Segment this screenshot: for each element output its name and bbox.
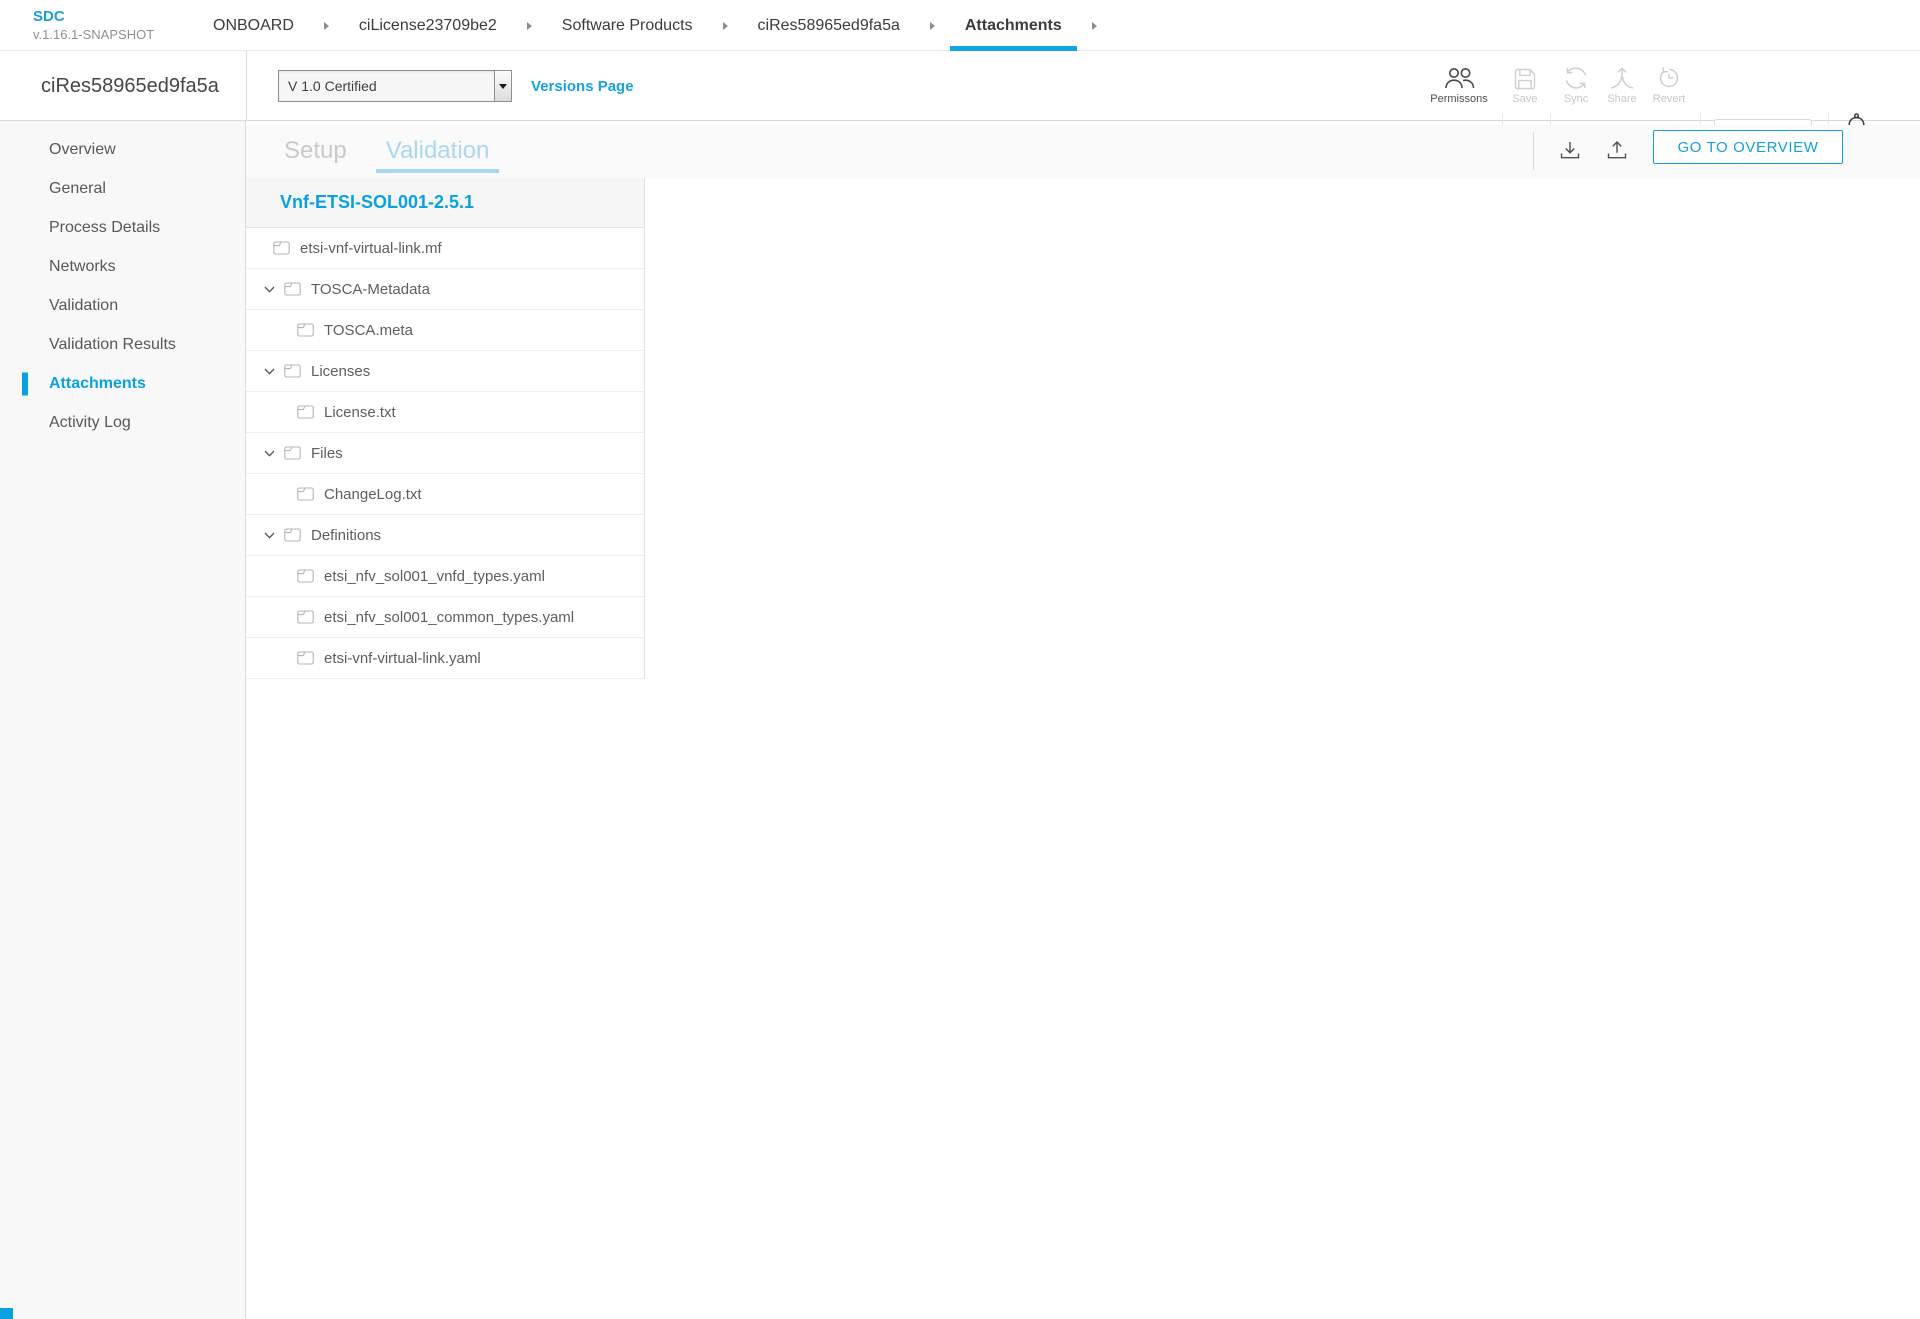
revert-label: Revert [1634, 93, 1704, 105]
bottom-left-marker [0, 1308, 13, 1319]
tree-item-file[interactable]: etsi_nfv_sol001_vnfd_types.yaml [246, 556, 644, 597]
version-select-button[interactable] [494, 71, 511, 101]
tabs: Setup Validation [284, 125, 489, 178]
tree-item-folder[interactable]: Files [246, 433, 644, 474]
chevron-right-icon [527, 22, 532, 30]
breadcrumb-attachments[interactable]: Attachments [950, 0, 1077, 51]
version-select-value: V 1.0 Certified [279, 71, 494, 101]
go-to-overview-button[interactable]: GO TO OVERVIEW [1653, 130, 1843, 164]
chevron-down-icon[interactable] [264, 286, 275, 293]
file-icon [297, 405, 314, 419]
chevron-down-icon[interactable] [264, 450, 275, 457]
sidebar-item-validation-results[interactable]: Validation Results [0, 325, 245, 364]
versions-page-link[interactable]: Versions Page [531, 51, 634, 121]
file-icon [297, 610, 314, 624]
sidebar-item-overview[interactable]: Overview [0, 130, 245, 169]
breadcrumb: ONBOARD ciLicense23709be2 Software Produ… [198, 0, 1112, 51]
divider [1533, 132, 1534, 170]
tree-item-label: etsi_nfv_sol001_vnfd_types.yaml [324, 568, 545, 585]
chevron-right-icon [1092, 22, 1097, 30]
tree-item-file[interactable]: etsi-vnf-virtual-link.mf [246, 228, 644, 269]
breadcrumb-license-model[interactable]: ciLicense23709be2 [359, 17, 497, 35]
tree-item-file[interactable]: etsi_nfv_sol001_common_types.yaml [246, 597, 644, 638]
tree-item-label: Definitions [311, 527, 381, 544]
tree-item-folder[interactable]: TOSCA-Metadata [246, 269, 644, 310]
tree-item-label: License.txt [324, 404, 396, 421]
tree-item-label: Licenses [311, 363, 370, 380]
attachments-file-tree-panel: Vnf-ETSI-SOL001-2.5.1 etsi-vnf-virtual-l… [246, 178, 645, 679]
tree-item-file[interactable]: License.txt [246, 392, 644, 433]
page-title: ciRes58965ed9fa5a [41, 51, 219, 121]
upload-icon[interactable] [1606, 140, 1628, 161]
tree-item-file[interactable]: etsi-vnf-virtual-link.yaml [246, 638, 644, 679]
file-icon [297, 323, 314, 337]
app-build-version: v.1.16.1-SNAPSHOT [33, 27, 154, 43]
chevron-right-icon [930, 22, 935, 30]
dropdown-arrow-icon [499, 84, 507, 89]
tab-validation[interactable]: Validation [386, 137, 490, 166]
revert-button[interactable]: Revert [1634, 62, 1704, 105]
tree-item-label: etsi_nfv_sol001_common_types.yaml [324, 609, 574, 626]
folder-icon [284, 446, 301, 460]
app-logo[interactable]: SDC v.1.16.1-SNAPSHOT [33, 8, 154, 43]
sidebar-item-process-details[interactable]: Process Details [0, 208, 245, 247]
tree-item-label: ChangeLog.txt [324, 486, 422, 503]
breadcrumb-software-products[interactable]: Software Products [562, 17, 693, 35]
file-icon [273, 241, 290, 255]
breadcrumb-software-product[interactable]: ciRes58965ed9fa5a [758, 17, 900, 35]
download-icon[interactable] [1559, 140, 1581, 161]
sidebar-item-validation[interactable]: Validation [0, 286, 245, 325]
tree-item-file[interactable]: TOSCA.meta [246, 310, 644, 351]
tree-item-label: Files [311, 445, 343, 462]
chevron-right-icon [723, 22, 728, 30]
tree-item-label: TOSCA.meta [324, 322, 413, 339]
sidebar-item-activity-log[interactable]: Activity Log [0, 403, 245, 442]
sidebar-item-networks[interactable]: Networks [0, 247, 245, 286]
permissions-button[interactable]: Permissons [1424, 62, 1494, 105]
sidebar-nav: Overview General Process Details Network… [0, 121, 246, 1319]
sidebar-item-attachments[interactable]: Attachments [0, 364, 245, 403]
page-header: ciRes58965ed9fa5a V 1.0 Certified Versio… [0, 51, 1920, 121]
top-bar: SDC v.1.16.1-SNAPSHOT ONBOARD ciLicense2… [0, 0, 1920, 51]
file-icon [297, 487, 314, 501]
tree-item-file[interactable]: ChangeLog.txt [246, 474, 644, 515]
chevron-right-icon [324, 22, 329, 30]
attachments-tab-strip: Setup Validation GO TO OVERVIEW [246, 125, 1920, 178]
tree-item-label: etsi-vnf-virtual-link.mf [300, 240, 442, 257]
revert-icon [1634, 62, 1704, 90]
file-icon [297, 651, 314, 665]
chevron-down-icon[interactable] [264, 532, 275, 539]
users-icon [1424, 62, 1494, 90]
tab-setup[interactable]: Setup [284, 137, 347, 166]
chevron-down-icon[interactable] [264, 368, 275, 375]
tree-item-label: TOSCA-Metadata [311, 281, 430, 298]
file-icon [297, 569, 314, 583]
folder-icon [284, 282, 301, 296]
tree-root-title: Vnf-ETSI-SOL001-2.5.1 [246, 178, 644, 228]
breadcrumb-onboard[interactable]: ONBOARD [213, 17, 294, 35]
version-select[interactable]: V 1.0 Certified [278, 70, 512, 102]
sdc-attachments-screen: SDC v.1.16.1-SNAPSHOT ONBOARD ciLicense2… [0, 0, 1920, 1319]
app-name: SDC [33, 8, 154, 27]
tree-item-folder[interactable]: Definitions [246, 515, 644, 556]
tree-item-label: etsi-vnf-virtual-link.yaml [324, 650, 481, 667]
sidebar-item-general[interactable]: General [0, 169, 245, 208]
permissions-label: Permissons [1424, 93, 1494, 105]
folder-icon [284, 364, 301, 378]
tree-item-folder[interactable]: Licenses [246, 351, 644, 392]
divider [246, 51, 247, 121]
folder-icon [284, 528, 301, 542]
